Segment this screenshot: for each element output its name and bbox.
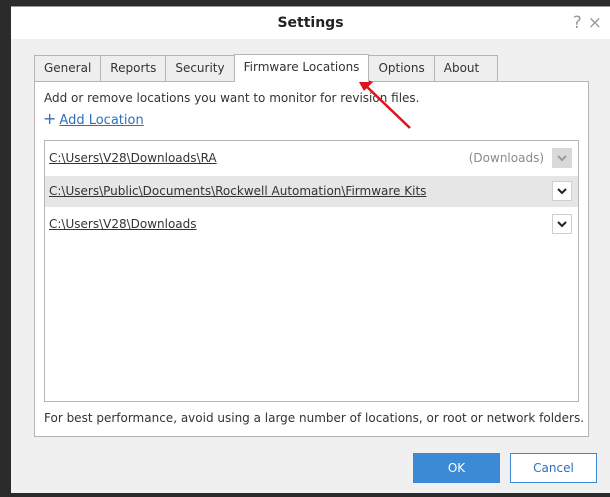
chevron-down-icon bbox=[557, 187, 567, 194]
location-path[interactable]: C:\Users\V28\Downloads\RA bbox=[49, 151, 217, 165]
tab-security[interactable]: Security bbox=[165, 55, 234, 82]
chevron-down-icon bbox=[557, 220, 567, 227]
help-icon[interactable]: ? bbox=[573, 13, 588, 33]
performance-note: For best performance, avoid using a larg… bbox=[44, 411, 585, 425]
location-row[interactable]: C:\Users\V28\Downloads\RA (Downloads) bbox=[45, 143, 578, 174]
location-dropdown[interactable] bbox=[552, 181, 572, 201]
location-dropdown bbox=[552, 148, 572, 168]
tab-reports[interactable]: Reports bbox=[100, 55, 166, 82]
ok-button[interactable]: OK bbox=[413, 453, 500, 483]
tab-options[interactable]: Options bbox=[369, 55, 434, 82]
location-dropdown[interactable] bbox=[552, 214, 572, 234]
title-buttons: ?× bbox=[573, 13, 608, 33]
location-row[interactable]: C:\Users\V28\Downloads bbox=[45, 209, 578, 240]
tab-strip: General Reports Security Firmware Locati… bbox=[34, 54, 498, 82]
add-location-label: Add Location bbox=[59, 113, 144, 128]
tab-general[interactable]: General bbox=[34, 55, 101, 82]
settings-dialog: Settings ?× General Reports Security Fir… bbox=[11, 6, 610, 493]
location-path[interactable]: C:\Users\V28\Downloads bbox=[49, 217, 197, 231]
close-icon[interactable]: × bbox=[588, 13, 608, 33]
locations-list: C:\Users\V28\Downloads\RA (Downloads) C:… bbox=[44, 140, 579, 402]
add-location-link[interactable]: + Add Location bbox=[43, 109, 144, 128]
location-row[interactable]: C:\Users\Public\Documents\Rockwell Autom… bbox=[45, 176, 578, 207]
tab-firmware-locations[interactable]: Firmware Locations bbox=[233, 54, 370, 82]
tab-about[interactable]: About bbox=[433, 55, 498, 82]
title-bar: Settings ?× bbox=[11, 7, 610, 39]
panel-description: Add or remove locations you want to moni… bbox=[44, 91, 420, 105]
dialog-title: Settings bbox=[277, 15, 344, 31]
cancel-button[interactable]: Cancel bbox=[510, 453, 597, 483]
firmware-locations-panel: Add or remove locations you want to moni… bbox=[34, 81, 589, 437]
location-path[interactable]: C:\Users\Public\Documents\Rockwell Autom… bbox=[49, 184, 426, 198]
location-tag: (Downloads) bbox=[468, 151, 544, 165]
chevron-down-icon bbox=[557, 154, 567, 161]
plus-icon: + bbox=[43, 109, 57, 128]
